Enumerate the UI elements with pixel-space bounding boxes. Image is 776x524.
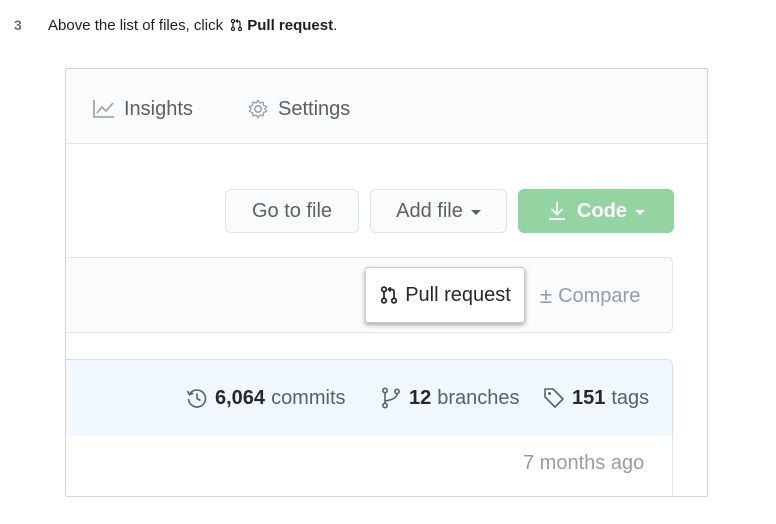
- repository-screenshot: Insights Settings Go to file Add file Co…: [65, 68, 708, 497]
- add-file-button[interactable]: Add file: [370, 189, 507, 233]
- pull-request-button[interactable]: Pull request: [365, 267, 525, 323]
- gear-icon: [248, 99, 268, 119]
- tab-settings-label: Settings: [278, 97, 351, 120]
- repo-nav: Insights Settings: [66, 69, 707, 144]
- tag-icon: [544, 388, 564, 408]
- code-button[interactable]: Code: [518, 189, 674, 233]
- branches-label: branches: [437, 386, 520, 409]
- commits-label: commits: [271, 386, 346, 409]
- pull-request-label: Pull request: [405, 283, 511, 306]
- tab-insights-label: Insights: [124, 97, 193, 120]
- branches-count: 12: [409, 386, 432, 409]
- commit-time-ago: 7 months ago: [523, 452, 645, 474]
- step-bold-label: Pull request: [247, 17, 334, 34]
- instruction-step: 3 Above the list of files, click Pull re…: [0, 14, 776, 38]
- git-branch-icon: [381, 387, 401, 409]
- compare-label: Compare: [558, 284, 641, 307]
- git-pull-request-icon: [231, 18, 243, 32]
- commits-link[interactable]: 6,064 commits: [185, 385, 346, 411]
- branches-link[interactable]: 12 branches: [379, 385, 520, 411]
- tab-settings[interactable]: Settings: [246, 96, 350, 122]
- caret-down-icon: [470, 209, 481, 215]
- add-file-label: Add file: [396, 199, 463, 222]
- step-text: Above the list of files, click Pull requ…: [48, 17, 337, 34]
- graph-icon: [93, 100, 114, 118]
- code-label: Code: [577, 199, 627, 222]
- commits-count: 6,064: [215, 386, 266, 409]
- plus-minus-icon: ±: [540, 283, 553, 308]
- step-text-after: .: [333, 17, 338, 34]
- tags-count: 151: [572, 386, 606, 409]
- go-to-file-button[interactable]: Go to file: [225, 189, 359, 233]
- caret-down-icon: [635, 209, 645, 215]
- step-text-before: Above the list of files, click: [48, 17, 224, 34]
- history-icon: [186, 389, 207, 408]
- compare-link[interactable]: ± Compare: [540, 283, 640, 309]
- tags-link[interactable]: 151 tags: [542, 385, 649, 411]
- tab-insights[interactable]: Insights: [92, 96, 193, 122]
- step-number: 3: [14, 17, 22, 33]
- git-pull-request-icon: [381, 286, 398, 304]
- download-icon: [549, 202, 565, 220]
- go-to-file-label: Go to file: [251, 199, 333, 222]
- tags-label: tags: [611, 386, 650, 409]
